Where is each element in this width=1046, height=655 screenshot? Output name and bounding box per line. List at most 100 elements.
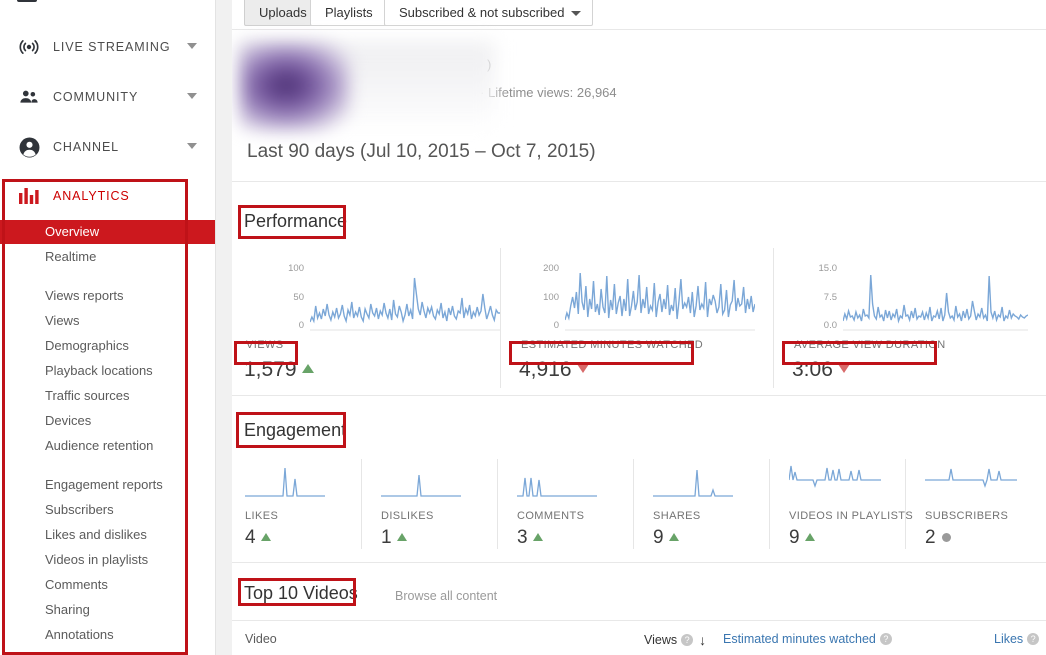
engagement-divider-4 [769, 459, 770, 549]
sidebar-item-devices[interactable]: Devices [0, 408, 215, 433]
analytics-bar-chart-icon [17, 184, 41, 208]
sidebar-spacer [0, 458, 215, 472]
metric-value-shares: 9 [653, 527, 679, 549]
trend-up-icon [397, 533, 407, 541]
metric-number: 2 [925, 527, 936, 548]
axis-label: 0.0 [792, 320, 837, 331]
sidebar-item-cards[interactable]: CardsBETA [0, 647, 215, 655]
chevron-down-icon [187, 43, 197, 49]
sidebar-item-channel[interactable]: CHANNEL [0, 122, 215, 172]
sidebar-item-annotations[interactable]: Annotations [0, 622, 215, 647]
metric-label-dislikes: DISLIKES [381, 510, 434, 522]
help-icon[interactable]: ? [681, 634, 693, 646]
chevron-down-icon [187, 93, 197, 99]
sidebar-spacer [0, 269, 215, 283]
engagement-divider-3 [633, 459, 634, 549]
help-icon[interactable]: ? [880, 633, 892, 645]
sidebar-item-demographics[interactable]: Demographics [0, 333, 215, 358]
sidebar-item-analytics[interactable]: ANALYTICS [0, 172, 215, 220]
sparkline-videos-in-playlists [789, 456, 881, 501]
metric-number: 3:06 [792, 358, 833, 381]
metric-label-estimated-minutes-watched: ESTIMATED MINUTES WATCHED [521, 339, 703, 351]
trend-up-icon [669, 533, 679, 541]
trend-up-icon [805, 533, 815, 541]
table-header-likes[interactable]: Likes? [994, 632, 1039, 646]
left-sidebar: VIDEO MANAGER LIVE STREAMING [0, 0, 215, 655]
sidebar-item-community[interactable]: COMMUNITY [0, 72, 215, 122]
live-streaming-icon [17, 35, 41, 59]
metric-label-views: VIEWS [246, 339, 283, 351]
table-header-emw-label: Estimated minutes watched [723, 632, 876, 646]
content-tabs-row: Uploads Playlists Subscribed & not subsc… [232, 0, 1046, 31]
tab-playlists[interactable]: Playlists [310, 0, 388, 26]
sidebar-item-audience-retention[interactable]: Audience retention [0, 433, 215, 458]
metric-label-comments: COMMENTS [517, 510, 584, 522]
sidebar-item-views-reports[interactable]: Views reports [0, 283, 215, 308]
sidebar-item-realtime[interactable]: Realtime [0, 244, 215, 269]
performance-section-title: Performance [244, 211, 347, 232]
metric-value-views: 1,579 [244, 358, 314, 382]
metric-label-shares: SHARES [653, 510, 701, 522]
metric-value-likes: 4 [245, 527, 271, 549]
axis-label: 0 [274, 320, 304, 331]
sidebar-item-subscribers[interactable]: Subscribers [0, 497, 215, 522]
trend-down-icon [577, 364, 589, 373]
community-icon [17, 85, 41, 109]
metric-value-dislikes: 1 [381, 527, 407, 549]
performance-divider-1 [500, 248, 501, 388]
table-header-views[interactable]: Views?↓ [644, 632, 706, 648]
engagement-divider-5 [905, 459, 906, 549]
sidebar-item-videos-in-playlists[interactable]: Videos in playlists [0, 547, 215, 572]
subscriber-filter-label: Subscribed & not subscribed [399, 5, 564, 20]
metric-number: 1,579 [244, 358, 297, 381]
trend-flat-icon [942, 533, 951, 542]
metric-value-average-view-duration: 3:06 [792, 358, 850, 382]
performance-divider-2 [773, 248, 774, 388]
sidebar-item-label: LIVE STREAMING [53, 40, 170, 54]
metric-label-subscribers: SUBSCRIBERS [925, 510, 1008, 522]
sidebar-item-likes-and-dislikes[interactable]: Likes and dislikes [0, 522, 215, 547]
metric-number: 3 [517, 527, 528, 548]
divider-below-engagement [232, 562, 1046, 563]
sparkline-subscribers [925, 456, 1017, 501]
sidebar-divider [215, 0, 216, 655]
chevron-down-icon [187, 143, 197, 149]
sidebar-item-views[interactable]: Views [0, 308, 215, 333]
divider-below-performance [232, 395, 1046, 396]
sidebar-item-video-manager[interactable]: VIDEO MANAGER [0, 0, 215, 4]
metric-number: 4,916 [519, 358, 572, 381]
sidebar-item-traffic-sources[interactable]: Traffic sources [0, 383, 215, 408]
trend-down-icon [838, 364, 850, 373]
sidebar-item-playback-locations[interactable]: Playback locations [0, 358, 215, 383]
metric-value-videos-in-playlists: 9 [789, 527, 815, 549]
help-icon[interactable]: ? [1027, 633, 1039, 645]
table-header-views-label: Views [644, 633, 677, 647]
table-header-estimated-minutes-watched[interactable]: Estimated minutes watched? [723, 632, 892, 646]
metric-number: 4 [245, 527, 256, 548]
trend-up-icon [533, 533, 543, 541]
video-manager-icon [17, 0, 37, 2]
browse-all-content-link[interactable]: Browse all content [395, 589, 497, 603]
sparkline-likes [245, 462, 325, 503]
sidebar-item-engagement-reports[interactable]: Engagement reports [0, 472, 215, 497]
top10-section-title: Top 10 Videos [244, 583, 358, 604]
date-range-title: Last 90 days (Jul 10, 2015 – Oct 7, 2015… [247, 141, 596, 163]
axis-label: 50 [274, 292, 304, 303]
divider-below-header [232, 181, 1046, 182]
youtube-analytics-overview-page: VIDEO MANAGER LIVE STREAMING [0, 0, 1046, 655]
sidebar-item-comments[interactable]: Comments [0, 572, 215, 597]
sidebar-item-sharing[interactable]: Sharing [0, 597, 215, 622]
sidebar-item-label: COMMUNITY [53, 90, 138, 104]
engagement-divider-2 [497, 459, 498, 549]
metric-number: 9 [653, 527, 664, 548]
sidebar-item-overview[interactable]: Overview [0, 220, 215, 244]
sidebar-item-live-streaming[interactable]: LIVE STREAMING [0, 22, 215, 72]
metric-label-average-view-duration: AVERAGE VIEW DURATION [794, 339, 946, 351]
sparkline-views [310, 261, 500, 336]
sparkline-average-view-duration [843, 261, 1028, 336]
subscriber-filter-dropdown[interactable]: Subscribed & not subscribed [384, 0, 593, 26]
axis-label: 100 [274, 263, 304, 274]
blurred-avatar-blob [240, 43, 350, 131]
sidebar-gutter [215, 0, 232, 655]
metric-value-comments: 3 [517, 527, 543, 549]
